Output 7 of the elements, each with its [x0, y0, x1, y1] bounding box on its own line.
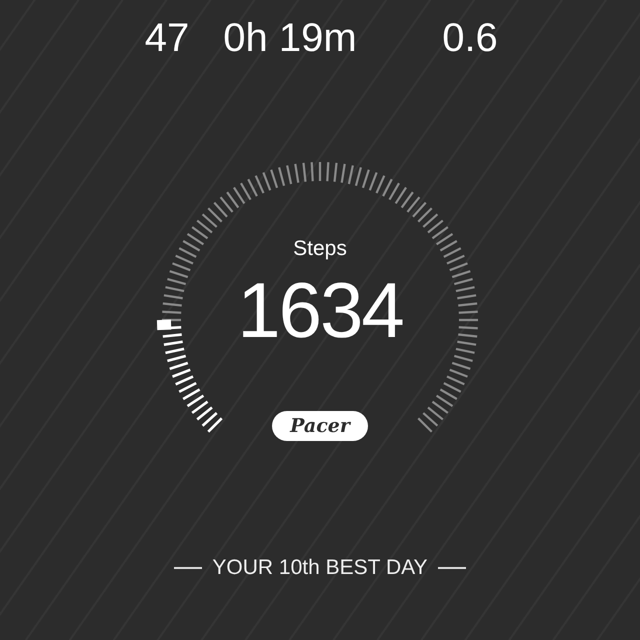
- best-day-text: YOUR 10th BEST DAY: [212, 555, 428, 581]
- step-count: 1634: [237, 271, 403, 349]
- stat-value: 0.6: [442, 18, 498, 58]
- gauge-label: Steps: [293, 238, 347, 259]
- stat-value: 0h 19m: [223, 18, 357, 58]
- stat-value: 47: [144, 18, 190, 58]
- logo-badge: Pacer: [272, 411, 368, 441]
